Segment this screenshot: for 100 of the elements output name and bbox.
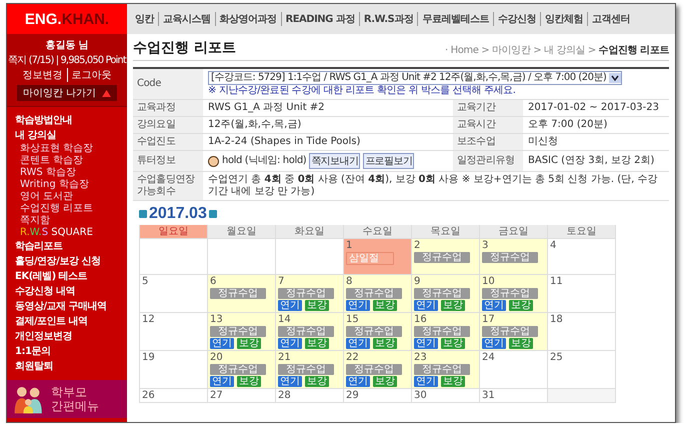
menu-item[interactable]: 학습리포트: [15, 239, 62, 254]
postpone-button[interactable]: 연기: [278, 338, 302, 349]
menu-item[interactable]: 결제/포인트 내역: [15, 314, 88, 329]
postpone-button[interactable]: 연기: [346, 376, 370, 387]
postpone-button[interactable]: 연기: [482, 300, 506, 311]
day-number: 30: [414, 390, 427, 401]
makeup-button[interactable]: 보강: [441, 376, 465, 387]
lesson-label: 정규수업: [210, 288, 266, 299]
lesson-label: 정규수업: [210, 364, 266, 375]
makeup-button[interactable]: 보강: [305, 376, 329, 387]
day-number: 3: [482, 240, 488, 251]
day-number: 17: [482, 314, 495, 325]
postpone-button[interactable]: 연기: [414, 300, 438, 311]
day-number: 2: [414, 240, 420, 251]
tutor-button[interactable]: 쪽지보내기: [309, 153, 360, 169]
day-number: 16: [414, 314, 427, 325]
menu-item[interactable]: 회원탈퇴: [15, 359, 53, 374]
menu-item[interactable]: 동영상/교재 구매내역: [15, 299, 107, 314]
menu-item[interactable]: 내 강의실: [15, 128, 56, 143]
submenu-item[interactable]: 영어 도서관: [15, 191, 74, 203]
nav-link[interactable]: 잉칸: [131, 12, 158, 26]
account-link[interactable]: 로그아웃: [66, 68, 116, 82]
submenu-item[interactable]: R.W.S SQUARE: [15, 227, 93, 239]
menu-item[interactable]: EK(레벨) 테스트: [15, 269, 88, 284]
lesson-label: 정규수업: [414, 288, 470, 299]
nav-link[interactable]: 잉칸체험: [540, 12, 587, 26]
day-number: 22: [346, 352, 359, 363]
makeup-button[interactable]: 보강: [305, 338, 329, 349]
makeup-button[interactable]: 보강: [441, 338, 465, 349]
lesson-label: 정규수업: [346, 326, 402, 337]
submenu-item[interactable]: 쪽지함: [15, 215, 50, 227]
weekday-header: 목요일: [412, 225, 480, 239]
notice-text: ※ 지난수강/완료된 수강에 대한 리포트 확인은 위 박스를 선택해 주세요.: [208, 85, 516, 97]
nav-link[interactable]: 무료레벨테스트: [417, 12, 493, 26]
user-name: 홍길동 님: [45, 39, 89, 52]
postpone-button[interactable]: 연기: [278, 300, 302, 311]
weekday-header: 화요일: [276, 225, 344, 239]
day-number: 20: [210, 352, 223, 363]
day-number: 27: [210, 390, 223, 401]
tutor-button[interactable]: 프로필보기: [363, 153, 414, 169]
makeup-button[interactable]: 보강: [509, 338, 533, 349]
submenu-item[interactable]: Writing 학습장: [15, 179, 89, 191]
makeup-button[interactable]: 보강: [237, 376, 261, 387]
day-number: 11: [550, 276, 563, 287]
makeup-button[interactable]: 보강: [237, 338, 261, 349]
menu-item[interactable]: 학습방법안내: [15, 113, 72, 128]
field-label: 수업진도: [133, 134, 203, 150]
field-value: BASIC (연장 3회, 보강 2회): [528, 155, 654, 167]
day-number: 14: [278, 314, 291, 325]
makeup-button[interactable]: 보강: [305, 300, 329, 311]
lesson-label: 정규수업: [346, 364, 402, 375]
lesson-label: 정규수업: [278, 364, 334, 375]
field-value: 2017-01-02 ~ 2017-03-23: [528, 102, 659, 114]
postpone-button[interactable]: 연기: [210, 338, 234, 349]
nav-link[interactable]: READING 과정: [280, 12, 359, 26]
submenu-item[interactable]: 콘텐트 학습장: [15, 155, 84, 167]
day-number: 25: [550, 352, 563, 363]
next-month-button[interactable]: [208, 210, 217, 218]
submenu-item[interactable]: 화상표현 학습장: [15, 143, 94, 155]
day-number: 12: [142, 314, 155, 325]
menu-item[interactable]: 1:1문의: [15, 344, 50, 359]
course-select[interactable]: [수강코드: 5729] 1:1수업 / RWS G1_A 과정 Unit #2 12주(월,화,수,목,금) / 오후 7:00 (20분): [208, 71, 622, 85]
postpone-button[interactable]: 연기: [482, 338, 506, 349]
postpone-button[interactable]: 연기: [210, 376, 234, 387]
makeup-button[interactable]: 보강: [509, 300, 533, 311]
page-title: 수업진행 리포트: [133, 39, 236, 57]
nav-link[interactable]: 교육시스템: [158, 12, 214, 26]
nav-link[interactable]: 고객센터: [586, 12, 634, 26]
lesson-label: 정규수업: [346, 288, 402, 299]
field-label: Code: [133, 69, 203, 99]
field-value: 오후 7:00 (20분): [528, 119, 608, 131]
makeup-button[interactable]: 보강: [373, 300, 397, 311]
postpone-button[interactable]: 연기: [414, 376, 438, 387]
submenu-item[interactable]: 수업진행 리포트: [15, 203, 94, 215]
account-link[interactable]: 정보변경: [18, 68, 66, 82]
submenu-item[interactable]: RWS 학습장: [15, 167, 76, 179]
makeup-button[interactable]: 보강: [373, 376, 397, 387]
menu-item[interactable]: 개인정보변경: [15, 329, 72, 344]
postpone-button[interactable]: 연기: [414, 338, 438, 349]
postpone-button[interactable]: 연기: [278, 376, 302, 387]
day-number: 5: [142, 276, 148, 287]
postpone-button[interactable]: 연기: [346, 338, 370, 349]
weekday-header: 수요일: [344, 225, 412, 239]
field-label: 강의요일: [133, 117, 203, 133]
dropdown-arrow-icon[interactable]: [609, 73, 622, 83]
day-number: 23: [414, 352, 427, 363]
parent-menu-banner[interactable]: 학부모 간편메뉴: [7, 380, 127, 418]
logo[interactable]: ENG.KHAN.: [7, 4, 127, 34]
makeup-button[interactable]: 보강: [441, 300, 465, 311]
day-number: 13: [210, 314, 223, 325]
makeup-button[interactable]: 보강: [373, 338, 397, 349]
day-number: 21: [278, 352, 291, 363]
nav-link[interactable]: 수강신청: [492, 12, 540, 26]
exit-button[interactable]: 마이잉칸 나가기: [16, 85, 118, 101]
menu-item[interactable]: 홀딩/연장/보강 신청: [15, 254, 100, 269]
menu-item[interactable]: 수강신청 내역: [15, 284, 75, 299]
nav-link[interactable]: R.W.S과정: [358, 12, 418, 26]
field-label: 교육시간: [453, 117, 523, 133]
postpone-button[interactable]: 연기: [346, 300, 370, 311]
nav-link[interactable]: 화상영어과정: [214, 12, 280, 26]
